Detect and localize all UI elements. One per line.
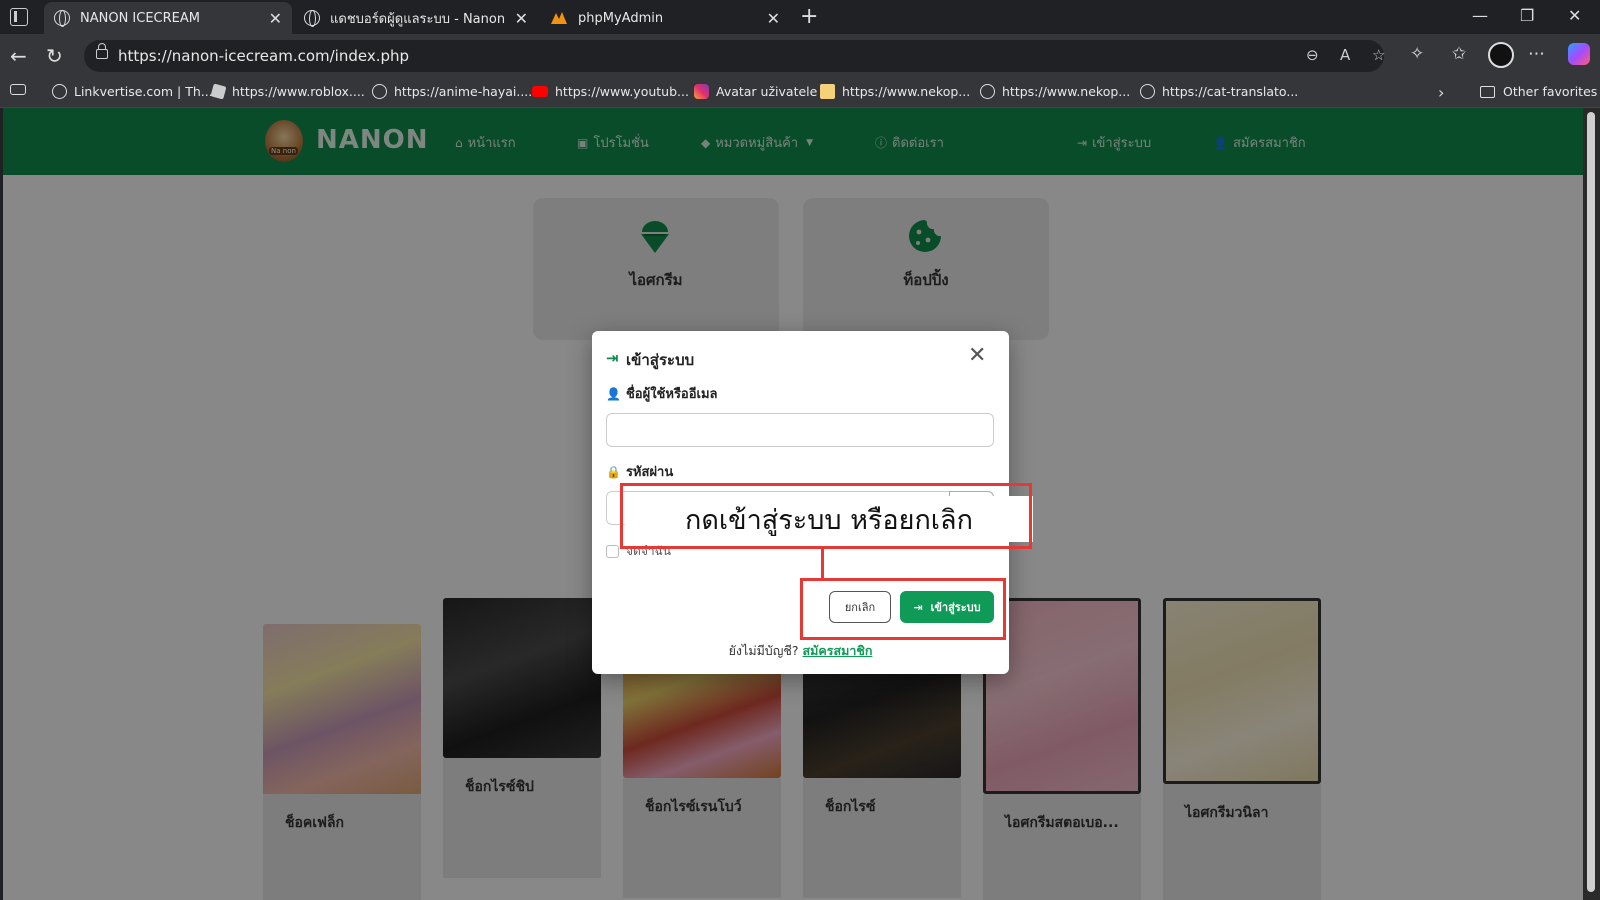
phpmyadmin-icon — [551, 12, 567, 24]
register-link[interactable]: สมัครสมาชิก — [803, 643, 873, 658]
favorites-icon[interactable]: ✩ — [1452, 44, 1466, 64]
bookmark-manager-icon[interactable] — [10, 84, 33, 95]
zoom-out-icon[interactable]: ⊖ — [1306, 46, 1319, 64]
bookmark-item[interactable]: https://www.roblox.... — [210, 83, 365, 100]
close-tab-icon[interactable]: ✕ — [269, 9, 282, 28]
close-tab-icon[interactable]: ✕ — [515, 9, 528, 28]
sign-in-icon: ⇥ — [606, 349, 619, 367]
annotation-box-buttons — [800, 578, 1006, 640]
globe-icon — [52, 84, 67, 99]
globe-icon — [980, 84, 995, 99]
profile-avatar[interactable] — [1488, 42, 1514, 68]
browser-tab-admin[interactable]: แดชบอร์ดผู้ดูแลระบบ - Nanon Admin ✕ — [294, 2, 538, 34]
youtube-icon — [532, 86, 548, 97]
address-toolbar: ← ↻ https://nanon-icecream.com/index.php… — [0, 34, 1600, 78]
register-prompt: ยังไม่มีบัญชี? สมัครสมาชิก — [728, 643, 873, 658]
instagram-icon — [694, 84, 709, 99]
modal-title: เข้าสู่ระบบ — [626, 351, 695, 369]
bookmark-item[interactable]: https://anime-hayai.... — [372, 84, 532, 99]
roblox-icon — [210, 83, 227, 100]
browser-tab-phpmyadmin[interactable]: phpMyAdmin ✕ — [540, 2, 790, 34]
tab-title: phpMyAdmin — [578, 10, 664, 26]
bookmarks-bar: Linkvertise.com | Th... https://www.robl… — [0, 78, 1600, 108]
close-icon[interactable]: ✕ — [968, 343, 986, 368]
address-bar[interactable]: https://nanon-icecream.com/index.php ⊖ A… — [84, 40, 1385, 72]
globe-icon — [1140, 84, 1155, 99]
globe-icon — [372, 84, 387, 99]
bookmark-item[interactable]: https://www.nekop... — [980, 84, 1130, 99]
username-label: 👤 ชื่อผู้ใช้หรืออีเมล — [606, 386, 718, 403]
annotation-connector — [821, 549, 824, 579]
lock-icon[interactable] — [96, 43, 108, 59]
annotation-box-caption — [620, 483, 1032, 549]
cat-icon — [820, 84, 835, 99]
globe-icon — [304, 10, 320, 27]
tab-title: แดชบอร์ดผู้ดูแลระบบ - Nanon Admin — [330, 11, 507, 27]
url-text[interactable]: https://nanon-icecream.com/index.php — [118, 47, 409, 65]
bookmark-item[interactable]: https://www.youtub... — [532, 84, 689, 99]
other-favorites[interactable]: Other favorites — [1480, 84, 1597, 99]
extensions-icon[interactable]: ✧ — [1410, 44, 1424, 64]
bookmark-item[interactable]: Avatar uživatele — [694, 84, 817, 99]
tab-actions-icon[interactable] — [10, 8, 28, 26]
tab-title: NANON ICECREAM — [80, 10, 200, 26]
globe-icon — [54, 10, 70, 27]
restore-icon[interactable]: ❐ — [1520, 6, 1534, 25]
bookmark-item[interactable]: https://cat-translato... — [1140, 84, 1298, 99]
close-window-icon[interactable]: ✕ — [1568, 6, 1581, 25]
favorite-star-icon[interactable]: ☆ — [1372, 46, 1385, 64]
copilot-icon[interactable] — [1568, 43, 1590, 65]
back-arrow-icon[interactable]: ← — [10, 44, 27, 68]
reload-icon[interactable]: ↻ — [46, 44, 63, 68]
read-aloud-icon[interactable]: A — [1340, 46, 1350, 64]
new-tab-button[interactable]: + — [800, 4, 818, 29]
lock-icon: 🔒 — [606, 464, 621, 479]
minimize-icon[interactable]: — — [1472, 6, 1488, 25]
username-input[interactable] — [606, 413, 994, 447]
folder-icon — [1480, 85, 1495, 98]
bookmark-item[interactable]: https://www.nekop... — [820, 84, 970, 99]
password-label: 🔒 รหัสผ่าน — [606, 464, 674, 481]
browser-tab-nanon[interactable]: NANON ICECREAM ✕ — [44, 2, 292, 34]
remember-checkbox[interactable] — [606, 545, 619, 558]
chevron-right-icon[interactable]: › — [1438, 83, 1444, 102]
user-icon: 👤 — [606, 386, 621, 401]
more-menu-icon[interactable]: ⋯ — [1528, 44, 1545, 64]
bookmark-item[interactable]: Linkvertise.com | Th... — [52, 84, 213, 99]
browser-tab-strip: NANON ICECREAM ✕ แดชบอร์ดผู้ดูแลระบบ - N… — [0, 0, 1600, 34]
scrollbar-thumb[interactable] — [1587, 112, 1595, 892]
close-tab-icon[interactable]: ✕ — [767, 9, 780, 28]
